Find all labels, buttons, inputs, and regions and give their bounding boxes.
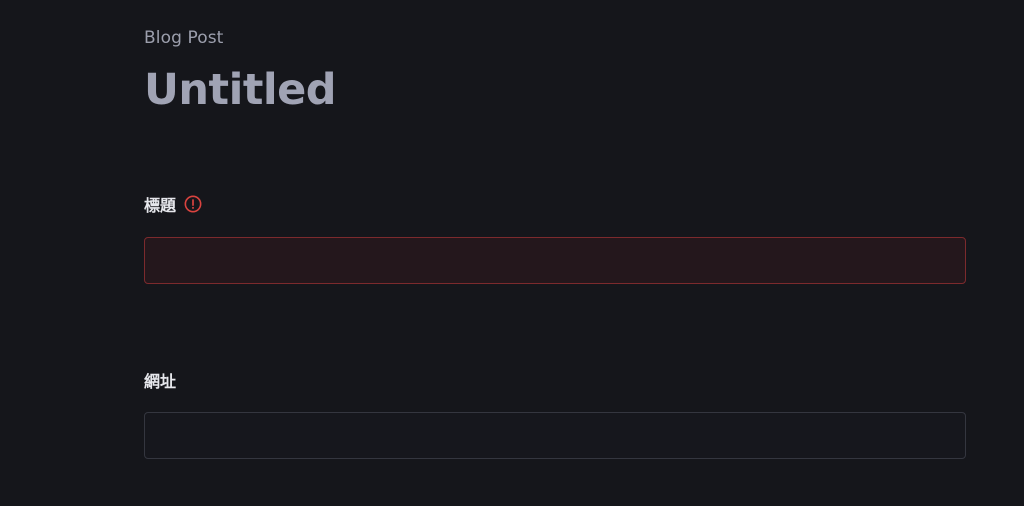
document-type-label: Blog Post [144, 28, 224, 48]
editor-page: Blog Post Untitled 標題 網址 [0, 0, 1024, 506]
title-field-label-text: 標題 [144, 196, 177, 215]
title-input[interactable] [144, 237, 966, 284]
document-title: Untitled [144, 65, 337, 115]
title-field-label: 標題 [144, 192, 202, 216]
url-input[interactable] [144, 412, 966, 459]
error-icon [184, 195, 202, 213]
url-field-label: 網址 [144, 368, 176, 392]
error-icon-svg [184, 195, 202, 213]
url-field-label-text: 網址 [144, 372, 177, 391]
